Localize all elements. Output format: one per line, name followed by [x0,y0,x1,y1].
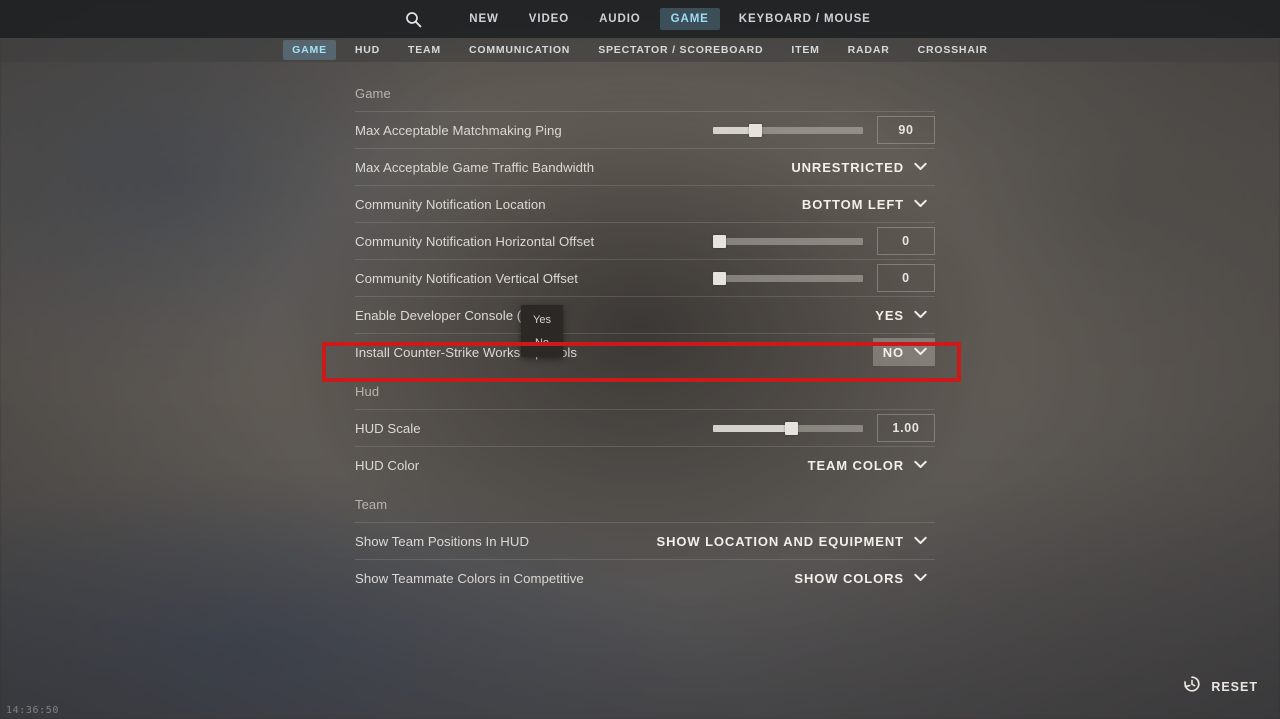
setting-control: TEAM COLOR [798,451,935,479]
setting-control: SHOW LOCATION AND EQUIPMENT [647,527,935,555]
settings-sections: Game Max Acceptable Matchmaking Ping 90 Max… [355,72,935,596]
setting-control: BOTTOM LEFT [792,190,935,218]
setting-row-show-team-positions-in-hud[interactable]: Show Team Positions In HUD SHOW LOCATION … [355,522,935,559]
sub-tab-team[interactable]: TEAM [399,40,450,60]
chevron-down-icon [914,456,927,474]
settings-screen: NEW VIDEO AUDIO GAME KEYBOARD / MOUSE GAME HU… [0,0,1280,719]
slider-track[interactable] [713,271,863,285]
dropdown-enable-developer-console[interactable]: YES [865,301,935,329]
dropdown-value: UNRESTRICTED [791,159,904,175]
dropdown-value: SHOW LOCATION AND EQUIPMENT [656,533,904,549]
dropdown-value: SHOW COLORS [794,570,904,586]
value-input[interactable]: 0 [877,264,935,292]
section-header-hud: Hud [355,384,380,399]
sub-tab-radar[interactable]: RADAR [839,40,899,60]
sub-tab-crosshair[interactable]: CROSSHAIR [909,40,997,60]
slider-track[interactable] [713,234,863,248]
dropdown-option-no[interactable]: No [521,331,563,354]
chevron-down-icon [914,569,927,587]
setting-row-enable-developer-console[interactable]: Enable Developer Console (~) YES [355,296,935,333]
sub-tab-communication[interactable]: COMMUNICATION [460,40,579,60]
chevron-down-icon [914,532,927,550]
setting-label: Show Team Positions In HUD [355,533,530,549]
slider-track[interactable] [713,421,863,435]
top-tab-list: NEW VIDEO AUDIO GAME KEYBOARD / MOUSE [454,8,885,30]
setting-label: Community Notification Horizontal Offset [355,233,595,249]
section-header-team: Team [355,497,388,512]
chevron-down-icon [914,306,927,324]
value-input[interactable]: 1.00 [877,414,935,442]
dropdown-value: NO [882,344,904,360]
setting-label: Show Teammate Colors in Competitive [355,570,584,586]
setting-row-hud-scale[interactable]: HUD Scale 1.00 [355,409,935,446]
setting-row-install-counter-strike-workshop-tools[interactable]: Install Counter-Strike Workshop Tools NO [355,333,935,370]
sub-tab-hud[interactable]: HUD [346,40,389,60]
top-tab-audio[interactable]: AUDIO [588,8,652,30]
reset-label: RESET [1211,679,1258,694]
top-tab-keyboard-mouse[interactable]: KEYBOARD / MOUSE [728,8,882,30]
setting-control: 0 [713,227,935,255]
slider-fill [713,424,791,432]
setting-control: 1.00 [713,414,935,442]
setting-label: Max Acceptable Game Traffic Bandwidth [355,159,595,175]
dropdown-value: YES [875,307,904,323]
setting-label: Community Notification Vertical Offset [355,270,578,286]
slider-handle[interactable] [713,234,726,248]
top-tab-video[interactable]: VIDEO [518,8,580,30]
setting-row-show-teammate-colors-in-competitive[interactable]: Show Teammate Colors in Competitive SHOW … [355,559,935,596]
setting-label: HUD Scale [355,420,421,436]
dropdown-community-notification-location[interactable]: BOTTOM LEFT [792,190,935,218]
slider-handle[interactable] [749,123,762,137]
setting-label: Enable Developer Console (~) [355,307,534,323]
dropdown-show-team-positions-in-hud[interactable]: SHOW LOCATION AND EQUIPMENT [647,527,935,555]
setting-control: UNRESTRICTED [781,153,935,181]
dropdown-install-counter-strike-workshop-tools[interactable]: NO [872,338,935,366]
top-navigation-inner: NEW VIDEO AUDIO GAME KEYBOARD / MOUSE [394,0,885,38]
setting-row-community-notification-location[interactable]: Community Notification Location BOTTOM LE… [355,185,935,222]
setting-label: Max Acceptable Matchmaking Ping [355,122,562,138]
dropdown-popup-workshop-tools[interactable]: Yes No [521,305,563,357]
settings-panel[interactable]: Game Max Acceptable Matchmaking Ping 90 Max… [355,72,935,652]
search-icon [405,11,422,28]
setting-label: HUD Color [355,457,420,473]
top-navigation-bar: NEW VIDEO AUDIO GAME KEYBOARD / MOUSE [0,0,1280,38]
setting-row-community-notification-horizontal-offset[interactable]: Community Notification Horizontal Offset… [355,222,935,259]
slider-handle[interactable] [785,421,798,435]
dropdown-show-teammate-colors-in-competitive[interactable]: SHOW COLORS [784,564,935,592]
setting-control: SHOW COLORS [784,564,935,592]
dropdown-value: BOTTOM LEFT [801,196,904,212]
dropdown-option-yes[interactable]: Yes [521,308,563,331]
history-restore-icon [1182,674,1202,699]
reset-button[interactable]: RESET [1182,674,1258,699]
search-button[interactable] [394,0,432,38]
dropdown-value: TEAM COLOR [807,457,904,473]
setting-control: 90 [713,116,935,144]
top-tab-new[interactable]: NEW [458,8,510,30]
setting-row-max-acceptable-game-traffic-bandwidth[interactable]: Max Acceptable Game Traffic Bandwidth UNR… [355,148,935,185]
slider-handle[interactable] [713,271,726,285]
setting-row-hud-color[interactable]: HUD Color TEAM COLOR [355,446,935,483]
chevron-down-icon [914,195,927,213]
dropdown-max-acceptable-game-traffic-bandwidth[interactable]: UNRESTRICTED [781,153,935,181]
system-clock: 14:36:50 [6,705,59,716]
sub-tab-game[interactable]: GAME [283,40,336,60]
sub-tab-bar: GAME HUD TEAM COMMUNICATION SPECTATOR / SCOR… [0,38,1280,62]
top-tab-game[interactable]: GAME [659,8,720,30]
setting-control: YES [865,301,935,329]
slider-track[interactable] [713,123,863,137]
sub-tab-item[interactable]: ITEM [782,40,828,60]
setting-control: NO [872,338,935,366]
dropdown-hud-color[interactable]: TEAM COLOR [798,451,935,479]
chevron-down-icon [914,343,927,361]
setting-row-max-acceptable-matchmaking-ping[interactable]: Max Acceptable Matchmaking Ping 90 [355,111,935,148]
value-input[interactable]: 90 [877,116,935,144]
sub-tab-spectator-scoreboard[interactable]: SPECTATOR / SCOREBOARD [589,40,772,60]
setting-row-community-notification-vertical-offset[interactable]: Community Notification Vertical Offset 0 [355,259,935,296]
value-input[interactable]: 0 [877,227,935,255]
setting-control: 0 [713,264,935,292]
sub-tab-list: GAME HUD TEAM COMMUNICATION SPECTATOR / SCOR… [278,40,1002,60]
setting-label: Community Notification Location [355,196,546,212]
chevron-down-icon [914,158,927,176]
section-header-game: Game [355,86,391,101]
